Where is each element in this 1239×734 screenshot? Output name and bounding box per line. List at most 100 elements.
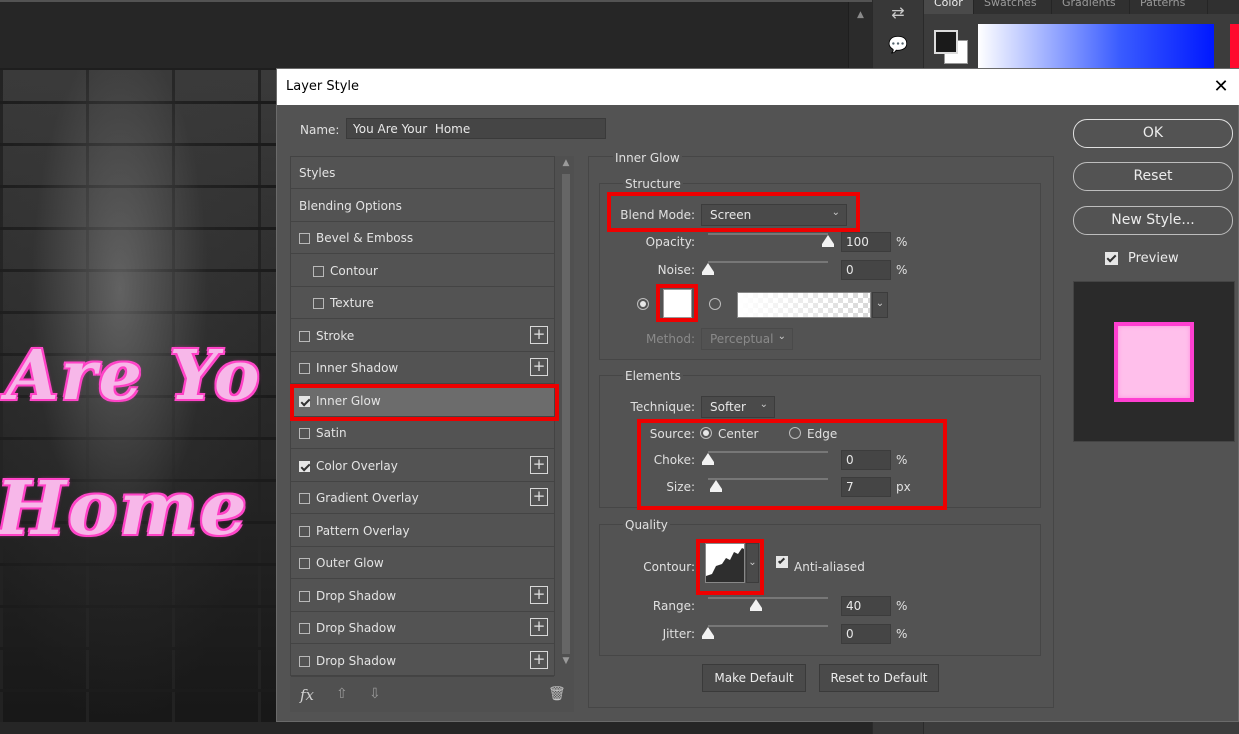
style-item-checkbox[interactable]: [299, 363, 310, 374]
style-item-checkbox[interactable]: [313, 265, 324, 277]
style-item[interactable]: Inner Shadow +: [291, 352, 554, 384]
style-item[interactable]: Contour: [291, 255, 554, 287]
blend-mode-select[interactable]: Screen ⌄: [701, 204, 847, 226]
source-center-radio[interactable]: [700, 427, 712, 439]
add-style-icon[interactable]: +: [530, 358, 548, 376]
trash-icon[interactable]: 🗑: [548, 686, 566, 702]
style-item[interactable]: Outer Glow: [291, 547, 554, 579]
color-spectrum[interactable]: [978, 24, 1214, 68]
ok-button[interactable]: OK: [1073, 119, 1233, 148]
style-item-checkbox[interactable]: [299, 590, 310, 602]
tab-color[interactable]: Color: [924, 0, 974, 14]
move-down-icon[interactable]: ⇩: [369, 686, 381, 702]
comment-icon[interactable]: 💬: [885, 34, 911, 56]
style-item[interactable]: Bevel & Emboss: [291, 222, 554, 254]
style-item[interactable]: Drop Shadow +: [291, 612, 554, 644]
color-spectrum-hue-strip[interactable]: [1230, 24, 1239, 68]
add-style-icon[interactable]: +: [530, 488, 548, 506]
choke-input[interactable]: [841, 450, 891, 470]
style-item-checkbox[interactable]: [299, 525, 310, 537]
style-item[interactable]: Styles: [291, 157, 554, 189]
noise-slider-track[interactable]: [708, 261, 828, 263]
style-item[interactable]: Satin: [291, 417, 554, 449]
size-slider-thumb[interactable]: [710, 480, 723, 492]
size-slider-track[interactable]: [708, 478, 828, 480]
noise-input[interactable]: [841, 260, 891, 280]
style-item[interactable]: Blending Options: [291, 190, 554, 222]
style-item-label: Inner Glow: [316, 393, 381, 408]
close-icon[interactable]: ✕: [1203, 69, 1239, 105]
contour-chevron-icon[interactable]: ⌄: [746, 543, 759, 583]
style-item[interactable]: Drop Shadow +: [291, 580, 554, 612]
style-item-checkbox[interactable]: [299, 493, 310, 504]
style-item-checkbox[interactable]: [299, 428, 310, 439]
style-item-checkbox[interactable]: [299, 330, 310, 342]
choke-slider-track[interactable]: [708, 451, 828, 453]
reset-to-default-button[interactable]: Reset to Default: [819, 664, 939, 692]
add-style-icon[interactable]: +: [530, 618, 548, 636]
add-style-icon[interactable]: +: [530, 585, 548, 604]
tab-swatches[interactable]: Swatches: [974, 0, 1052, 14]
gradient-preview[interactable]: [737, 292, 871, 318]
source-center-label[interactable]: Center: [718, 427, 758, 441]
style-item-checkbox[interactable]: [299, 460, 310, 472]
solid-color-radio[interactable]: [637, 298, 649, 310]
reset-button[interactable]: Reset: [1073, 162, 1233, 191]
opacity-slider-track[interactable]: [708, 233, 828, 235]
style-item-checkbox[interactable]: [299, 623, 310, 634]
style-item[interactable]: Stroke +: [291, 320, 554, 352]
style-item[interactable]: Gradient Overlay +: [291, 482, 554, 514]
style-item[interactable]: Pattern Overlay: [291, 515, 554, 547]
fx-icon[interactable]: fx: [300, 686, 314, 704]
jitter-input[interactable]: [841, 624, 891, 644]
noise-slider-thumb[interactable]: [702, 263, 714, 275]
foreground-color-swatch[interactable]: [934, 30, 958, 54]
range-slider-thumb[interactable]: [750, 599, 762, 611]
make-default-button[interactable]: Make Default: [702, 664, 806, 692]
opacity-slider-thumb[interactable]: [822, 235, 834, 247]
style-item-label: Drop Shadow: [316, 621, 397, 635]
style-item[interactable]: Texture: [291, 287, 554, 319]
style-item-checkbox[interactable]: [299, 395, 310, 407]
chevron-up-icon[interactable]: ▲: [558, 158, 574, 172]
chevron-down-icon[interactable]: ▼: [558, 656, 574, 670]
jitter-slider-thumb[interactable]: [702, 627, 714, 639]
style-item[interactable]: Inner Glow: [291, 384, 554, 417]
source-edge-radio[interactable]: [789, 427, 801, 439]
document-scroll-up-arrow[interactable]: ▲: [848, 2, 872, 68]
anti-aliased-checkbox[interactable]: [776, 556, 788, 568]
history-icon[interactable]: ⇄: [885, 2, 911, 24]
styles-panel: Styles Blending Options Bevel & Emboss Cont…: [290, 156, 574, 712]
glow-color-swatch[interactable]: [663, 289, 692, 318]
move-up-icon[interactable]: ⇧: [336, 686, 348, 702]
style-item[interactable]: Drop Shadow +: [291, 645, 554, 677]
contour-preview[interactable]: [705, 543, 745, 583]
jitter-slider-track[interactable]: [708, 625, 828, 627]
technique-select[interactable]: Softer ⌄: [701, 396, 775, 418]
scrollbar-thumb[interactable]: [562, 174, 570, 654]
style-item-checkbox[interactable]: [313, 298, 324, 309]
style-item-checkbox[interactable]: [299, 558, 310, 569]
styles-scrollbar[interactable]: ▲ ▼: [558, 156, 574, 676]
tab-patterns[interactable]: Patterns: [1130, 0, 1208, 14]
choke-slider-thumb[interactable]: [702, 453, 714, 465]
anti-aliased-label[interactable]: Anti-aliased: [794, 560, 865, 574]
style-item-checkbox[interactable]: [299, 233, 310, 244]
range-slider-track[interactable]: [708, 597, 828, 599]
add-style-icon[interactable]: +: [530, 650, 548, 669]
gradient-picker-chevron-icon[interactable]: ⌄: [872, 292, 888, 318]
opacity-input[interactable]: [841, 232, 891, 252]
range-input[interactable]: [841, 596, 891, 616]
style-item-checkbox[interactable]: [299, 655, 310, 667]
source-edge-label[interactable]: Edge: [807, 427, 837, 441]
preview-label[interactable]: Preview: [1128, 251, 1179, 266]
preview-checkbox[interactable]: [1105, 252, 1118, 265]
name-field[interactable]: [346, 118, 606, 139]
style-item[interactable]: Color Overlay +: [291, 450, 554, 482]
gradient-radio[interactable]: [709, 298, 721, 310]
new-style-button[interactable]: New Style...: [1073, 206, 1233, 235]
tab-gradients[interactable]: Gradients: [1052, 0, 1130, 14]
add-style-icon[interactable]: +: [530, 325, 548, 344]
size-input[interactable]: [841, 477, 891, 497]
add-style-icon[interactable]: +: [530, 455, 548, 474]
